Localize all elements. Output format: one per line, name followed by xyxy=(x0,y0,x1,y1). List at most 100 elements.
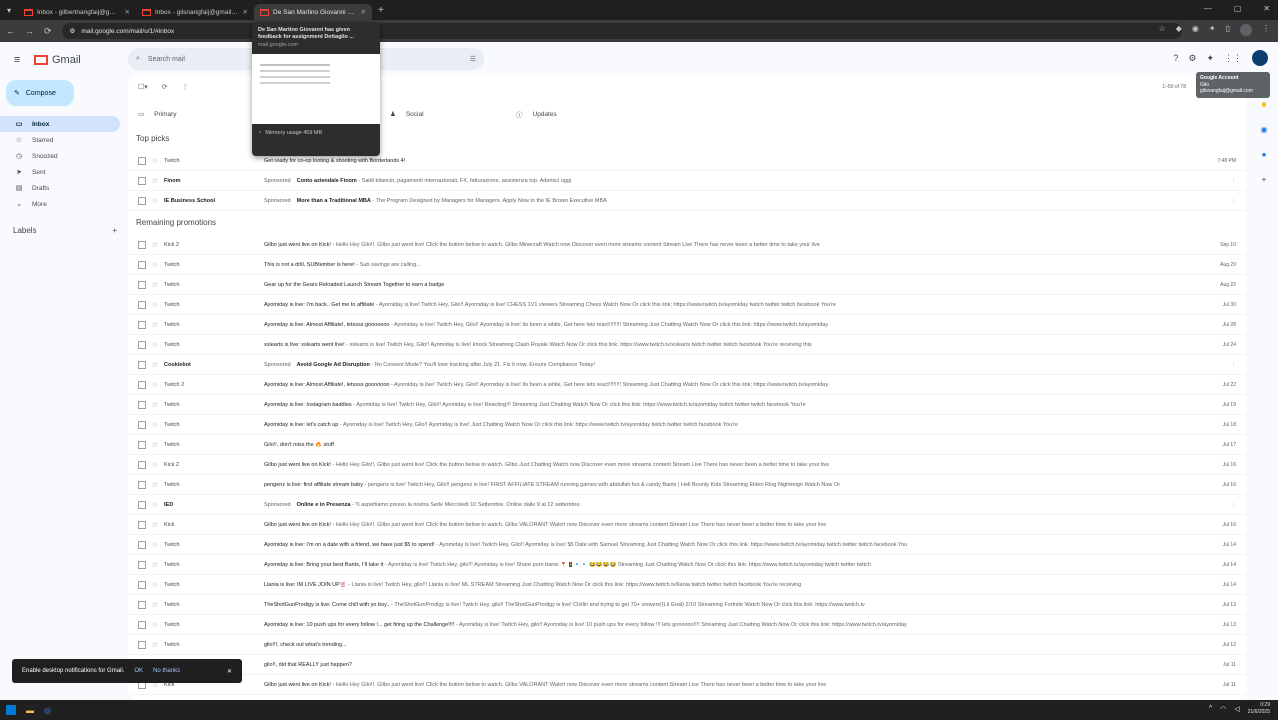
search-input[interactable]: Search mail xyxy=(148,56,185,63)
ad-options-icon[interactable]: ⋮ xyxy=(1210,502,1246,508)
star-icon[interactable]: ☆ xyxy=(146,601,164,609)
table-row[interactable]: ☆ Twitch Ayomiday is live: let's catch up … xyxy=(128,415,1246,435)
row-checkbox[interactable] xyxy=(138,360,146,369)
table-row[interactable]: ☆ Twitch Gear up for the Gears Reloaded La… xyxy=(128,275,1246,295)
wifi-icon[interactable]: ◠ xyxy=(1220,705,1226,713)
browser-tab[interactable]: Inbox - gilbertnangfaij@gmail.com ✕ xyxy=(18,4,136,20)
close-tab-icon[interactable]: ✕ xyxy=(243,8,248,16)
ad-options-icon[interactable]: ⋮ xyxy=(1210,198,1246,204)
forward-icon[interactable]: → xyxy=(25,26,34,36)
table-row[interactable]: ☆ Kick Gilbo just went live on Kick! - Hel… xyxy=(128,515,1246,535)
star-icon[interactable]: ☆ xyxy=(146,157,164,165)
table-row[interactable]: ☆ Twitch pengenz is live: first affiliate … xyxy=(128,475,1246,495)
table-row[interactable]: ☆ Twitch Ayomiday is live: I'm back.. Get … xyxy=(128,295,1246,315)
row-checkbox[interactable] xyxy=(138,480,146,489)
row-checkbox[interactable] xyxy=(138,420,146,429)
star-icon[interactable]: ☆ xyxy=(146,541,164,549)
table-row[interactable]: ☆ Twitch Ayomiday is live: Instagram baddi… xyxy=(128,395,1246,415)
more-options-icon[interactable]: ⋮ xyxy=(182,83,189,91)
sponsored-row[interactable]: ☆ Finom Sponsored Conto aziendale Finom - S… xyxy=(128,171,1246,191)
address-bar[interactable]: ⚙ mail.google.com/mail/u/1/#inbox xyxy=(61,23,1182,39)
sidebar-item-sent[interactable]: ➤ Sent xyxy=(0,164,120,180)
table-row[interactable]: ☆ Kick Gilbo just went live on Kick! - Hel… xyxy=(128,675,1246,695)
extension-icon[interactable]: ◉ xyxy=(1192,24,1199,36)
star-icon[interactable]: ☆ xyxy=(146,461,164,469)
sidebar-item-snoozed[interactable]: ◷ Snoozed xyxy=(0,148,120,164)
star-icon[interactable]: ☆ xyxy=(146,481,164,489)
ad-options-icon[interactable]: ⋮ xyxy=(1210,362,1246,368)
compose-button[interactable]: ✎ Compose xyxy=(6,80,74,106)
maximize-icon[interactable]: ▢ xyxy=(1234,4,1242,13)
chrome-icon[interactable]: ◎ xyxy=(44,706,51,715)
row-checkbox[interactable] xyxy=(138,156,146,165)
star-icon[interactable]: ☆ xyxy=(146,401,164,409)
row-checkbox[interactable] xyxy=(138,320,146,329)
sidebar-item-inbox[interactable]: ▭ Inbox xyxy=(0,116,120,132)
table-row[interactable]: ☆Twitchgilo!!, did that REALLY just happ… xyxy=(128,655,1246,675)
star-icon[interactable]: ☆ xyxy=(146,341,164,349)
star-icon[interactable]: ☆ xyxy=(146,561,164,569)
row-checkbox[interactable] xyxy=(138,460,146,469)
star-icon[interactable]: ☆ xyxy=(146,501,164,509)
star-icon[interactable]: ☆ xyxy=(146,381,164,389)
row-checkbox[interactable] xyxy=(138,540,146,549)
row-checkbox[interactable] xyxy=(138,500,146,509)
refresh-icon[interactable]: ⟳ xyxy=(162,83,168,91)
main-menu-icon[interactable]: ≡ xyxy=(0,54,34,66)
tab-search-icon[interactable]: ▾ xyxy=(0,6,18,15)
close-tab-icon[interactable]: ✕ xyxy=(361,8,366,16)
table-row[interactable]: ☆ Kick 2 Gilbo just went live on Kick! - H… xyxy=(128,235,1246,255)
account-avatar[interactable] xyxy=(1252,50,1268,66)
row-checkbox[interactable] xyxy=(138,280,146,289)
table-row[interactable]: ☆ Twitch Llania is live: IM LIVE JOIN UP‼️… xyxy=(128,575,1246,595)
toast-ok-button[interactable]: OK xyxy=(134,668,143,674)
table-row[interactable]: ☆ Twitch Ayomiday is live: 10 push ups for… xyxy=(128,615,1246,635)
row-checkbox[interactable] xyxy=(138,400,146,409)
add-label-icon[interactable]: + xyxy=(112,226,117,235)
table-row[interactable]: ☆ Kick 2 Gilbo just went live on Kick! - H… xyxy=(128,455,1246,475)
table-row[interactable]: ☆ Twitch gilo!!!, check out what's trendin… xyxy=(128,635,1246,655)
profile-avatar[interactable] xyxy=(1240,24,1252,36)
star-icon[interactable]: ☆ xyxy=(146,641,164,649)
close-tab-icon[interactable]: ✕ xyxy=(125,8,130,16)
tab-updates[interactable]: ⓘ Updates xyxy=(506,104,632,124)
select-all-checkbox[interactable]: ☐▾ xyxy=(138,83,148,91)
browser-tab[interactable]: De San Martino Giovanni has given feedba… xyxy=(254,4,372,20)
tab-social[interactable]: ♟ Social xyxy=(380,104,506,124)
ad-options-icon[interactable]: ⋮ xyxy=(1210,178,1246,184)
star-icon[interactable]: ☆ xyxy=(146,621,164,629)
support-icon[interactable]: ? xyxy=(1173,53,1178,63)
search-options-icon[interactable]: ☰ xyxy=(470,55,476,63)
table-row[interactable]: ☆ Twitch This is not a drill, SUBtember is… xyxy=(128,255,1246,275)
site-info-icon[interactable]: ⚙ xyxy=(70,27,76,35)
star-icon[interactable]: ☆ xyxy=(146,197,164,205)
sidebar-item-starred[interactable]: ☆ Starred xyxy=(0,132,120,148)
table-row[interactable]: ☆ Twitch Ayomiday is live: I'm on a date w… xyxy=(128,535,1246,555)
row-checkbox[interactable] xyxy=(138,640,146,649)
clock[interactable]: 0:29 21/6/2025 xyxy=(1248,702,1270,715)
star-icon[interactable]: ☆ xyxy=(146,441,164,449)
back-icon[interactable]: ← xyxy=(6,26,15,36)
table-row[interactable]: ☆ Twitch 2 Ayomiday is live: Almost Affili… xyxy=(128,375,1246,395)
browser-menu-icon[interactable]: ⋮ xyxy=(1262,24,1270,36)
row-checkbox[interactable] xyxy=(138,380,146,389)
row-checkbox[interactable] xyxy=(138,520,146,529)
reload-icon[interactable]: ⟳ xyxy=(44,26,52,37)
star-icon[interactable]: ☆ xyxy=(146,261,164,269)
row-checkbox[interactable] xyxy=(138,620,146,629)
extensions-puzzle-icon[interactable]: ✦ xyxy=(1209,24,1216,36)
gemini-sparkle-icon[interactable]: ✦ xyxy=(1206,53,1214,64)
file-explorer-icon[interactable]: ▬ xyxy=(26,706,34,715)
star-icon[interactable]: ☆ xyxy=(146,321,164,329)
table-row[interactable]: ☆ Twitch TheShotGunProdigy is live: Come c… xyxy=(128,595,1246,615)
new-tab-button[interactable]: + xyxy=(378,5,384,16)
settings-gear-icon[interactable]: ⚙ xyxy=(1188,53,1196,64)
row-checkbox[interactable] xyxy=(138,440,146,449)
contacts-icon[interactable]: ● xyxy=(1262,150,1267,159)
star-icon[interactable]: ☆ xyxy=(146,177,164,185)
sponsored-row[interactable]: ☆ IE Business School Sponsored More than a … xyxy=(128,191,1246,211)
sidebar-item-more[interactable]: ⌄ More xyxy=(0,196,120,212)
tray-chevron-icon[interactable]: ^ xyxy=(1209,705,1212,712)
table-row[interactable]: ☆ Twitch Ayomiday is live: Bring your best… xyxy=(128,555,1246,575)
keep-icon[interactable]: ■ xyxy=(1262,100,1267,109)
